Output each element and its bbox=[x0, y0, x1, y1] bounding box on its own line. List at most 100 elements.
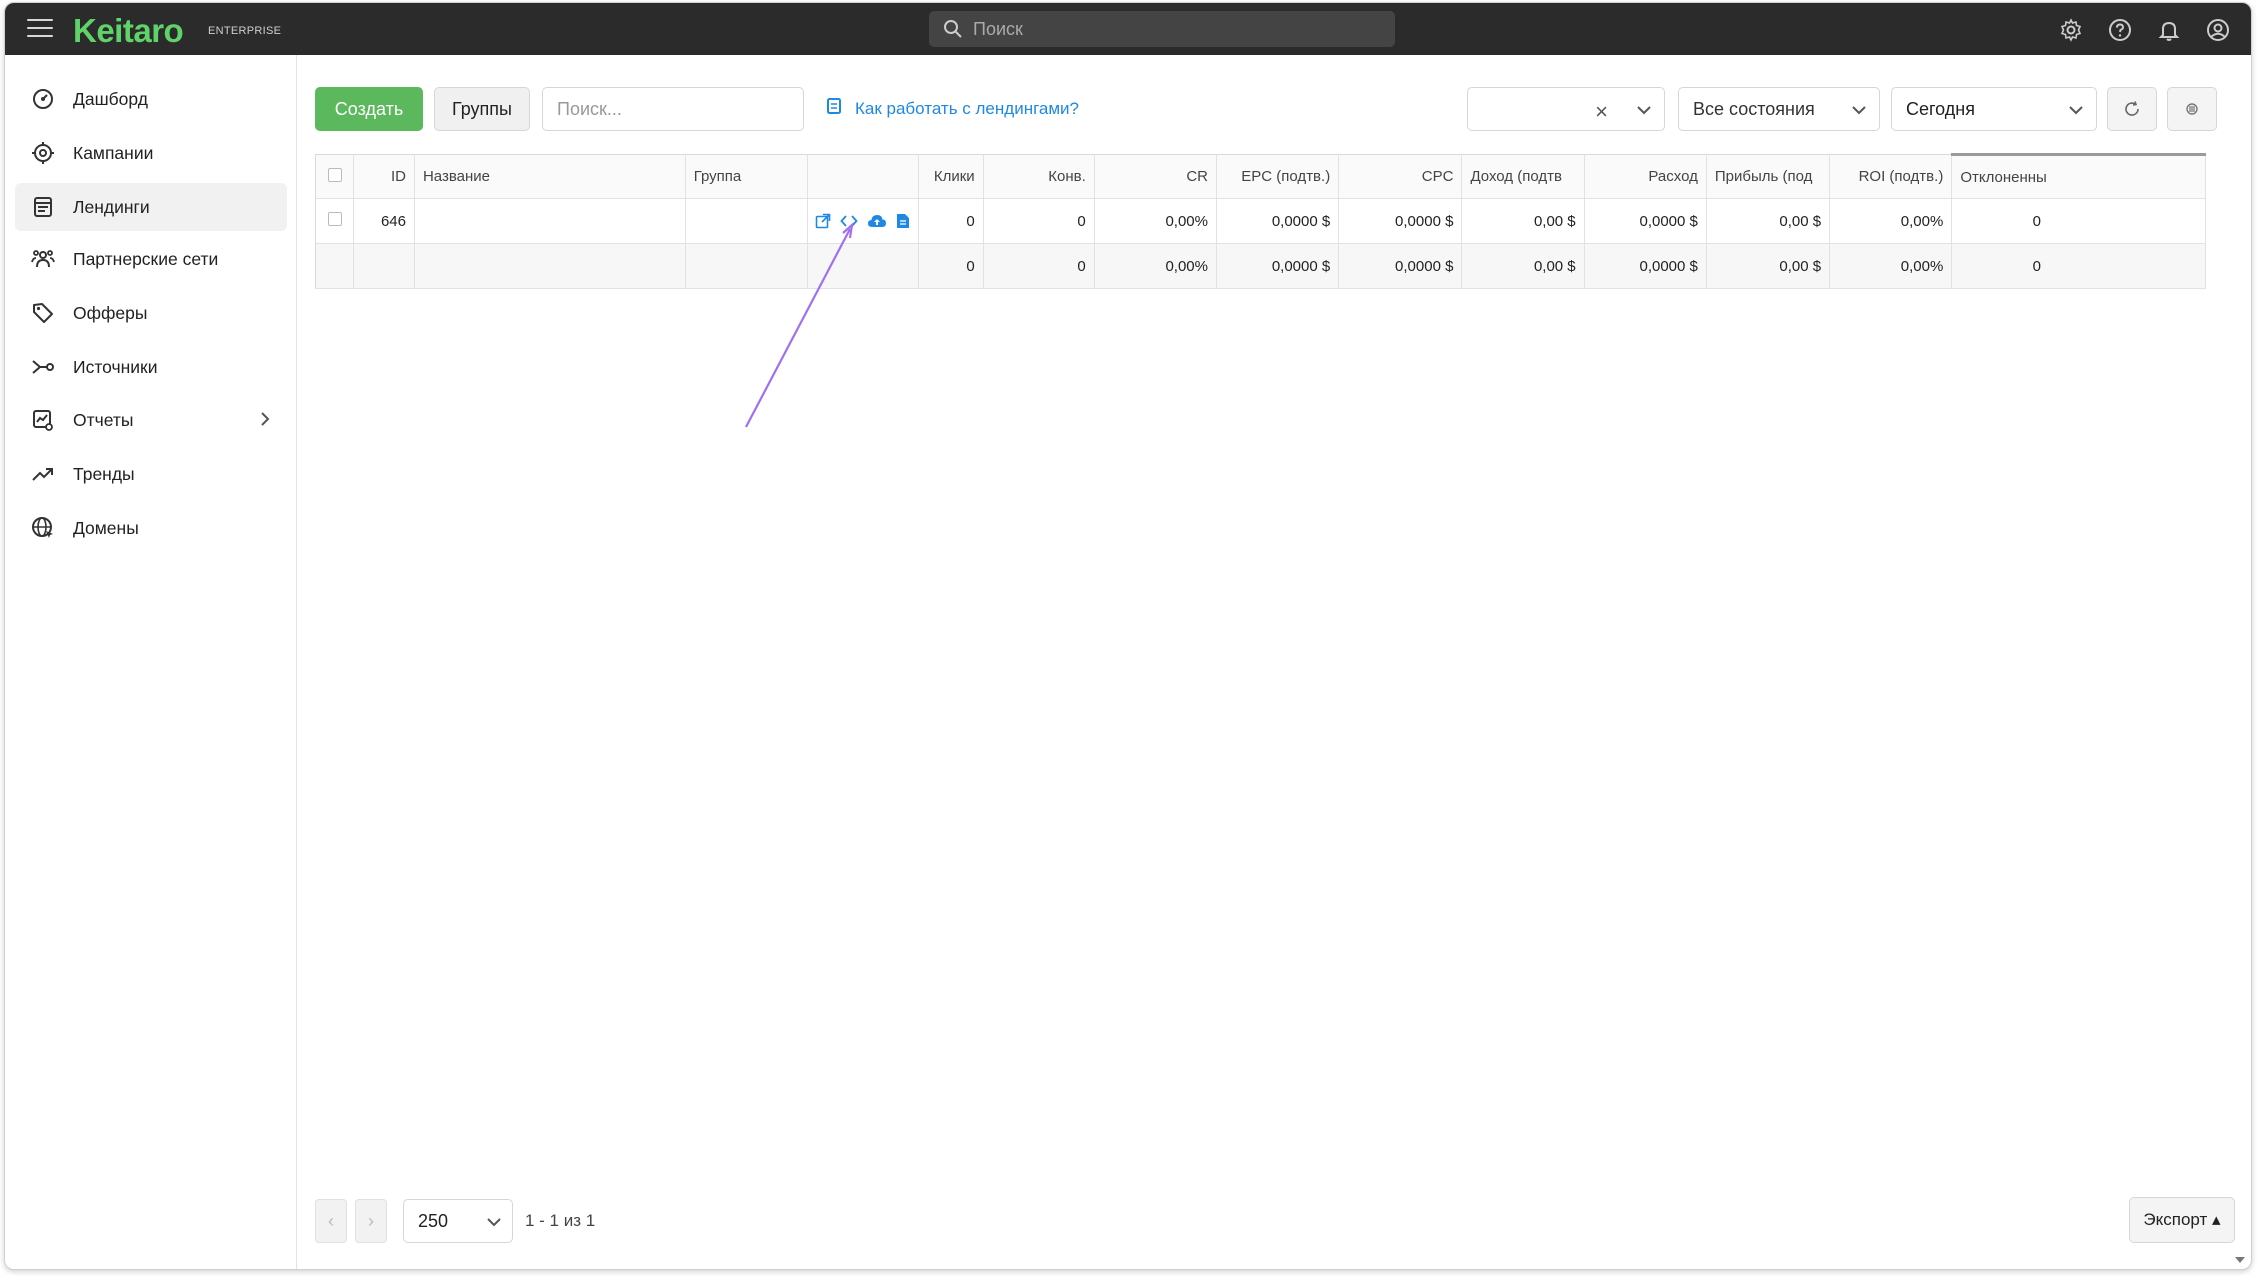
totals-empty-cell bbox=[414, 243, 686, 289]
chevron-left-icon: ‹ bbox=[328, 1210, 334, 1231]
column-header-cr[interactable]: CR bbox=[1094, 154, 1217, 199]
sidebar: Дашборд Кампании Лендинги Партнерские се… bbox=[5, 55, 297, 1269]
code-icon[interactable] bbox=[840, 213, 859, 229]
chevron-right-icon bbox=[259, 410, 271, 433]
sidebar-item-dashboard[interactable]: Дашборд bbox=[15, 75, 287, 123]
tag-icon bbox=[29, 299, 57, 327]
cell-cost: 0,0000 $ bbox=[1584, 198, 1707, 244]
totals-empty-cell bbox=[807, 243, 920, 289]
chevron-down-icon bbox=[1851, 102, 1867, 123]
total-rejected: 0 bbox=[1951, 243, 2206, 289]
cell-clicks: 0 bbox=[918, 198, 984, 244]
cell-rejected: 0 bbox=[1951, 198, 2206, 244]
chevron-down-icon bbox=[1636, 102, 1652, 123]
sidebar-item-landings[interactable]: Лендинги bbox=[15, 183, 287, 231]
column-header-actions bbox=[807, 154, 920, 199]
column-header-id[interactable]: ID bbox=[353, 154, 415, 199]
column-header-name[interactable]: Название bbox=[414, 154, 686, 199]
sidebar-item-label: Кампании bbox=[73, 142, 154, 163]
column-header-group[interactable]: Группа bbox=[685, 154, 808, 199]
sidebar-item-reports[interactable]: Отчеты bbox=[15, 396, 287, 444]
landings-table: ID Название Группа Клики Конв. CR EPC (п… bbox=[315, 153, 2206, 289]
gear-icon[interactable] bbox=[2057, 16, 2084, 43]
column-header-conversions[interactable]: Конв. bbox=[983, 154, 1095, 199]
book-icon bbox=[827, 98, 841, 119]
landing-icon bbox=[29, 193, 57, 221]
column-header-rejected[interactable]: Отклоненны bbox=[1951, 153, 2206, 199]
target-icon bbox=[29, 139, 57, 167]
refresh-button[interactable] bbox=[2107, 87, 2157, 131]
totals-empty-cell bbox=[353, 243, 415, 289]
sidebar-item-campaigns[interactable]: Кампании bbox=[15, 129, 287, 177]
sidebar-item-trends[interactable]: Тренды bbox=[15, 450, 287, 498]
global-search-input[interactable] bbox=[973, 18, 1373, 40]
help-link[interactable]: Как работать с лендингами? bbox=[827, 98, 1079, 119]
cell-actions bbox=[807, 198, 920, 244]
sidebar-item-domains[interactable]: Домены bbox=[15, 504, 287, 552]
prev-page-button[interactable]: ‹ bbox=[315, 1199, 347, 1243]
page-size-value: 250 bbox=[418, 1210, 449, 1231]
select-all-cell[interactable] bbox=[315, 154, 355, 199]
column-header-revenue[interactable]: Доход (подтв bbox=[1461, 154, 1585, 199]
sidebar-item-sources[interactable]: Источники bbox=[15, 343, 287, 391]
sidebar-item-label: Дашборд bbox=[73, 88, 148, 109]
total-cpc: 0,0000 $ bbox=[1338, 243, 1463, 289]
search-icon bbox=[944, 20, 962, 38]
search-input[interactable] bbox=[542, 87, 804, 131]
logo-edition: ENTERPRISE bbox=[208, 25, 282, 37]
total-revenue: 0,00 $ bbox=[1461, 243, 1585, 289]
row-checkbox[interactable] bbox=[327, 212, 342, 226]
cloud-upload-icon[interactable] bbox=[867, 213, 887, 229]
settings-icon bbox=[2186, 103, 2198, 115]
column-header-roi[interactable]: ROI (подтв.) bbox=[1829, 154, 1953, 199]
groups-button[interactable]: Группы bbox=[434, 87, 530, 131]
cell-roi: 0,00% bbox=[1829, 198, 1953, 244]
bell-icon[interactable] bbox=[2155, 16, 2182, 43]
columns-settings-button[interactable] bbox=[2167, 87, 2217, 131]
period-select-value: Сегодня bbox=[1906, 98, 1975, 119]
logo[interactable]: Keitaro bbox=[73, 12, 184, 50]
help-link-text[interactable]: Как работать с лендингами? bbox=[855, 99, 1079, 119]
total-clicks: 0 bbox=[918, 243, 984, 289]
source-icon bbox=[29, 353, 57, 381]
export-button[interactable]: Экспорт ▴ bbox=[2129, 1197, 2235, 1243]
user-icon[interactable] bbox=[2204, 16, 2231, 43]
totals-empty-cell bbox=[315, 243, 355, 289]
column-header-epc[interactable]: EPC (подтв.) bbox=[1216, 154, 1340, 199]
clear-icon[interactable]: × bbox=[1595, 99, 1608, 125]
global-search[interactable] bbox=[929, 11, 1395, 47]
table-row[interactable]: 646 0 0 0,00% 0,0000 $ 0,0000 $ 0,00 $ 0… bbox=[315, 198, 2206, 244]
help-icon[interactable] bbox=[2106, 16, 2133, 43]
trend-icon bbox=[29, 460, 57, 488]
chevron-down-icon bbox=[486, 1214, 502, 1235]
cell-name[interactable] bbox=[414, 198, 686, 244]
states-select-value: Все состояния bbox=[1693, 98, 1815, 119]
main-content: Создать Группы Как работать с лендингами… bbox=[297, 55, 2251, 1269]
cell-cpc: 0,0000 $ bbox=[1338, 198, 1463, 244]
column-header-clicks[interactable]: Клики bbox=[918, 154, 984, 199]
select-all-checkbox[interactable] bbox=[327, 167, 342, 182]
next-page-button[interactable]: › bbox=[355, 1199, 387, 1243]
cell-epc: 0,0000 $ bbox=[1216, 198, 1340, 244]
period-select[interactable]: Сегодня bbox=[1891, 87, 2097, 131]
create-button[interactable]: Создать bbox=[315, 87, 423, 131]
column-header-cost[interactable]: Расход bbox=[1584, 154, 1707, 199]
menu-icon[interactable] bbox=[27, 19, 53, 39]
sidebar-item-label: Лендинги bbox=[73, 196, 150, 217]
globe-icon bbox=[29, 514, 57, 542]
document-icon[interactable] bbox=[896, 213, 910, 229]
total-cr: 0,00% bbox=[1094, 243, 1217, 289]
sidebar-item-label: Партнерские сети bbox=[73, 248, 219, 269]
total-profit: 0,00 $ bbox=[1706, 243, 1831, 289]
table-header-row: ID Название Группа Клики Конв. CR EPC (п… bbox=[315, 153, 2206, 199]
sidebar-item-offers[interactable]: Офферы bbox=[15, 289, 287, 337]
states-select[interactable]: Все состояния bbox=[1678, 87, 1880, 131]
external-link-icon[interactable] bbox=[815, 213, 831, 229]
row-select-cell[interactable] bbox=[315, 198, 355, 244]
sidebar-item-affiliate-networks[interactable]: Партнерские сети bbox=[15, 235, 287, 283]
resize-grip-icon[interactable] bbox=[2233, 1251, 2247, 1265]
column-header-profit[interactable]: Прибыль (под bbox=[1706, 154, 1831, 199]
filter-select[interactable]: × bbox=[1467, 87, 1665, 131]
page-size-select[interactable]: 250 bbox=[403, 1199, 513, 1243]
column-header-cpc[interactable]: CPC bbox=[1338, 154, 1463, 199]
